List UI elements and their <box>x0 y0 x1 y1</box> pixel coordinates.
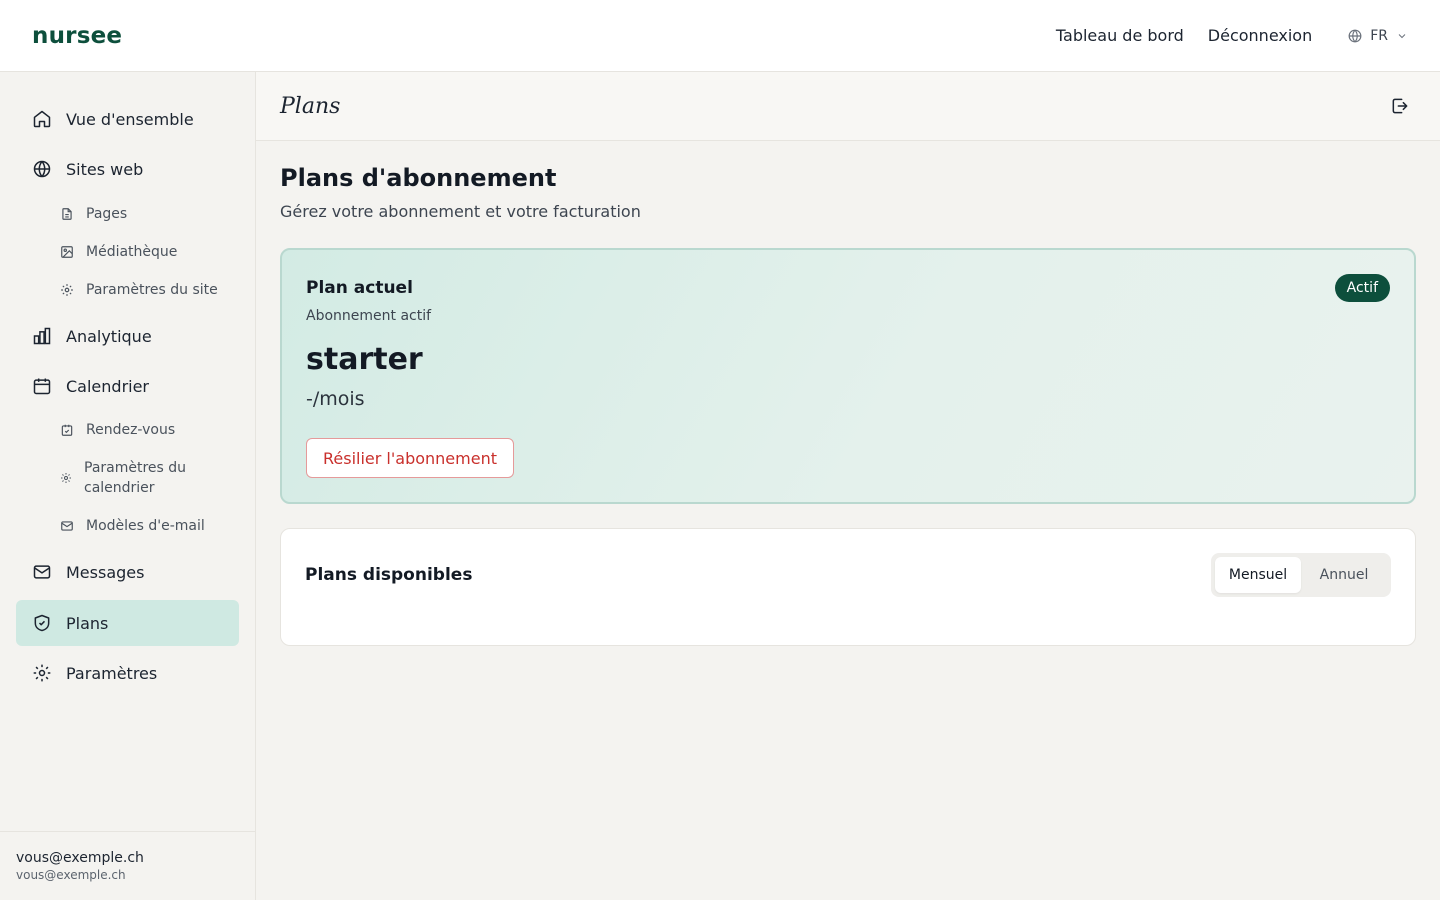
user-name: vous@exemple.ch <box>16 850 144 866</box>
calendar-check-icon <box>61 424 73 436</box>
sidebar-subitem-pages[interactable]: Pages <box>60 204 236 224</box>
home-icon <box>33 110 51 128</box>
billing-period-toggle: Mensuel Annuel <box>1211 553 1391 597</box>
gear-icon <box>33 664 51 682</box>
sidebar-item-analytics[interactable]: Analytique <box>16 313 239 359</box>
sidebar-subitem-label: Pages <box>86 206 128 222</box>
sidebar-subitem-label: Modèles d'e-mail <box>86 518 205 534</box>
sidebar-subitem-label: Médiathèque <box>86 244 178 260</box>
sidebar-item-label: Analytique <box>66 326 152 346</box>
sidebar-item-messages[interactable]: Messages <box>16 549 239 595</box>
sidebar-subitem-label: Paramètres du site <box>86 282 218 298</box>
current-plan-title: Plan actuel <box>306 278 413 298</box>
status-badge: Actif <box>1334 274 1390 302</box>
language-selector[interactable]: FR <box>1348 28 1408 44</box>
language-label: FR <box>1370 27 1388 44</box>
top-bar: nursee Tableau de bord Déconnexion FR <box>0 0 1440 72</box>
sidebar-item-overview[interactable]: Vue d'ensemble <box>16 96 239 142</box>
dashboard-link[interactable]: Tableau de bord <box>1056 26 1184 45</box>
current-plan-card: Plan actuel Abonnement actif Actif start… <box>280 248 1416 504</box>
sidebar-subitem-site-settings[interactable]: Paramètres du site <box>60 280 236 300</box>
logout-icon <box>1392 98 1408 114</box>
page-header-title: Plans <box>280 93 341 119</box>
user-email: vous@exemple.ch <box>16 868 126 882</box>
sidebar-item-label: Vue d'ensemble <box>66 109 194 129</box>
sidebar-item-label: Sites web <box>66 159 144 179</box>
mail-icon <box>61 521 73 531</box>
file-icon <box>62 208 72 220</box>
gear-icon <box>61 284 73 296</box>
sidebar-item-websites[interactable]: Sites web <box>16 146 239 192</box>
sidebar-subitem-appointments[interactable]: Rendez-vous <box>60 420 236 440</box>
page-title: Plans d'abonnement <box>280 164 557 192</box>
sidebar-item-label: Plans <box>66 613 109 633</box>
sidebar-item-label: Calendrier <box>66 376 150 396</box>
available-plans-card: Plans disponibles Mensuel Annuel <box>280 528 1416 646</box>
bar-chart-icon <box>33 327 51 345</box>
sidebar-item-label: Paramètres <box>66 663 158 683</box>
logout-link[interactable]: Déconnexion <box>1208 26 1312 45</box>
sidebar-item-plans[interactable]: Plans <box>16 600 239 646</box>
logout-button[interactable] <box>1390 96 1410 116</box>
sidebar-subitem-label: Rendez-vous <box>86 422 176 438</box>
sidebar-subitem-calendar-settings[interactable]: Paramètres du calendrier <box>60 458 236 498</box>
gear-icon <box>61 473 71 483</box>
billing-option-yearly[interactable]: Annuel <box>1301 557 1387 593</box>
available-plans-title: Plans disponibles <box>305 565 473 585</box>
sidebar-subitem-email-templates[interactable]: Modèles d'e-mail <box>60 516 236 536</box>
globe-icon <box>1348 29 1362 42</box>
mail-icon <box>33 565 51 579</box>
user-profile[interactable]: vous@exemple.ch vous@exemple.ch <box>0 831 255 900</box>
page-subtitle: Gérez votre abonnement et votre facturat… <box>280 202 641 221</box>
current-plan-subtitle: Abonnement actif <box>306 308 432 324</box>
page-header: Plans <box>256 72 1440 141</box>
sidebar: Vue d'ensemble Sites web Pages Médiathèq… <box>0 72 256 900</box>
chevron-down-icon <box>1398 33 1406 38</box>
sidebar-subitem-media[interactable]: Médiathèque <box>60 242 236 262</box>
top-nav: Tableau de bord Déconnexion FR <box>1032 26 1408 45</box>
image-icon <box>61 246 73 258</box>
globe-icon <box>33 160 51 178</box>
plan-price: -/mois <box>306 388 365 410</box>
sidebar-item-label: Messages <box>66 562 145 582</box>
calendar-icon <box>33 378 51 395</box>
shield-check-icon <box>34 614 50 632</box>
sidebar-subitem-label: Paramètres du calendrier <box>84 460 187 496</box>
cancel-subscription-button[interactable]: Résilier l'abonnement <box>306 438 514 478</box>
brand-logo[interactable]: nursee <box>32 23 122 49</box>
sidebar-item-settings[interactable]: Paramètres <box>16 650 239 696</box>
plan-name: starter <box>306 342 423 377</box>
billing-option-monthly[interactable]: Mensuel <box>1215 557 1301 593</box>
sidebar-item-calendar[interactable]: Calendrier <box>16 363 239 409</box>
